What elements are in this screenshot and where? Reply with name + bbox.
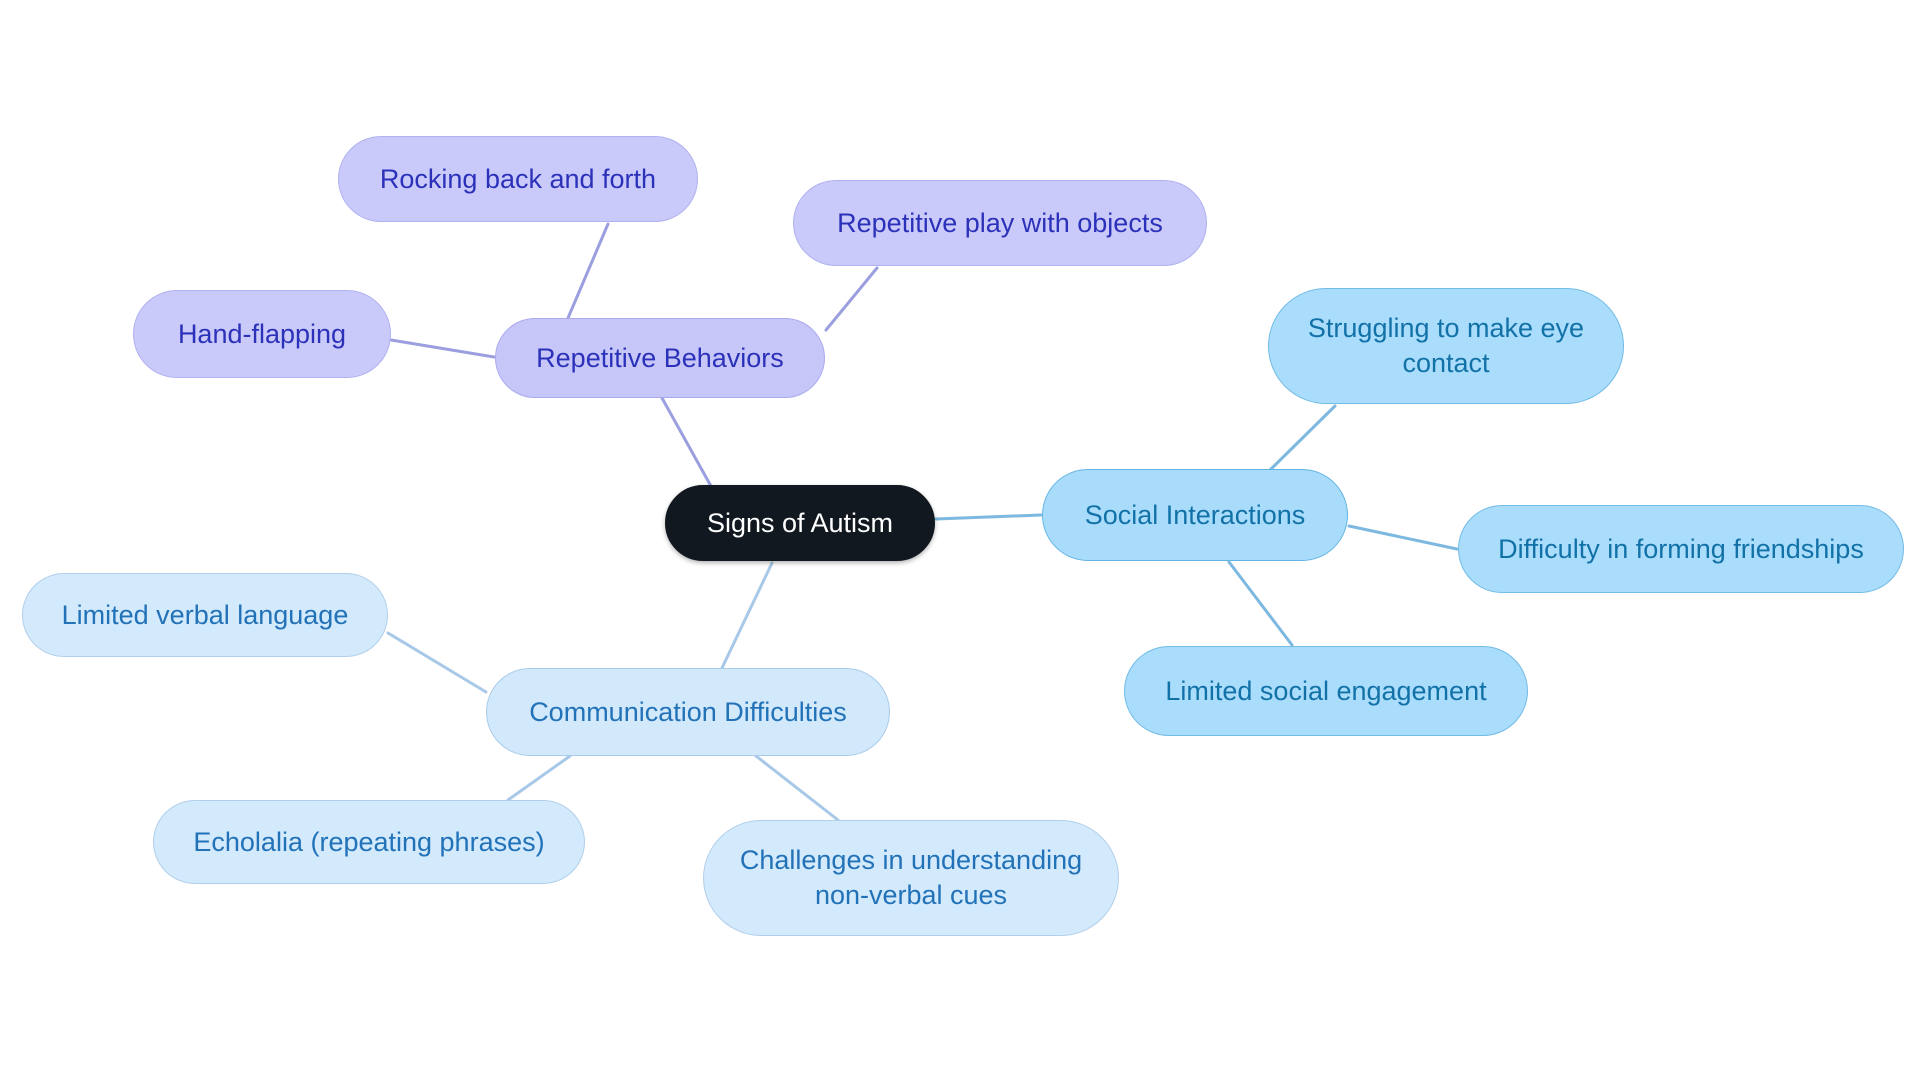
node-branch-communication-difficulties[interactable]: Communication Difficulties [486, 668, 890, 756]
edge-connector [389, 338, 496, 359]
node-branch-repetitive-behaviors[interactable]: Repetitive Behaviors [495, 318, 825, 398]
edge-connector [506, 754, 572, 802]
node-leaf-repetitive-play-with-objects[interactable]: Repetitive play with objects [793, 180, 1207, 266]
edge-connector [1347, 524, 1459, 551]
edge-connector [720, 561, 774, 670]
edge-connector [566, 222, 610, 320]
node-leaf-challenges-in-understanding-non-verbal-cues[interactable]: Challenges in understanding non-verbal c… [703, 820, 1119, 936]
mindmap-canvas: Signs of Autism Repetitive Behaviors Rock… [0, 0, 1920, 1083]
node-leaf-label: Rocking back and forth [379, 163, 657, 194]
node-root-label: Signs of Autism [706, 507, 894, 538]
node-leaf-hand-flapping[interactable]: Hand-flapping [133, 290, 391, 378]
edge-connector [1268, 404, 1337, 472]
node-leaf-difficulty-in-forming-friendships[interactable]: Difficulty in forming friendships [1458, 505, 1904, 593]
edge-connector [934, 513, 1043, 521]
node-leaf-limited-verbal-language[interactable]: Limited verbal language [22, 573, 388, 657]
node-leaf-label: Limited verbal language [61, 599, 349, 630]
node-leaf-label: Repetitive play with objects [837, 207, 1163, 238]
node-leaf-echolalia-repeating-phrases[interactable]: Echolalia (repeating phrases) [153, 800, 585, 884]
node-leaf-label: Struggling to make eye contact [1307, 313, 1585, 378]
node-leaf-struggling-to-make-eye-contact[interactable]: Struggling to make eye contact [1268, 288, 1624, 404]
edge-connector [754, 754, 840, 822]
node-branch-label: Social Interactions [1084, 499, 1306, 530]
node-leaf-label: Difficulty in forming friendships [1498, 533, 1864, 564]
node-leaf-label: Hand-flapping [177, 318, 347, 349]
node-branch-social-interactions[interactable]: Social Interactions [1042, 469, 1348, 561]
node-branch-label: Repetitive Behaviors [536, 342, 784, 373]
node-leaf-label: Challenges in understanding non-verbal c… [739, 845, 1083, 910]
node-leaf-rocking-back-and-forth[interactable]: Rocking back and forth [338, 136, 698, 222]
edge-connector [386, 631, 488, 694]
node-leaf-label: Limited social engagement [1165, 675, 1487, 706]
edge-connector [824, 266, 879, 332]
node-root-signs-of-autism[interactable]: Signs of Autism [665, 485, 935, 561]
node-leaf-label: Echolalia (repeating phrases) [193, 826, 545, 857]
edge-connector [1227, 560, 1294, 647]
node-branch-label: Communication Difficulties [529, 696, 847, 727]
edge-connector [660, 396, 714, 490]
node-leaf-limited-social-engagement[interactable]: Limited social engagement [1124, 646, 1528, 736]
